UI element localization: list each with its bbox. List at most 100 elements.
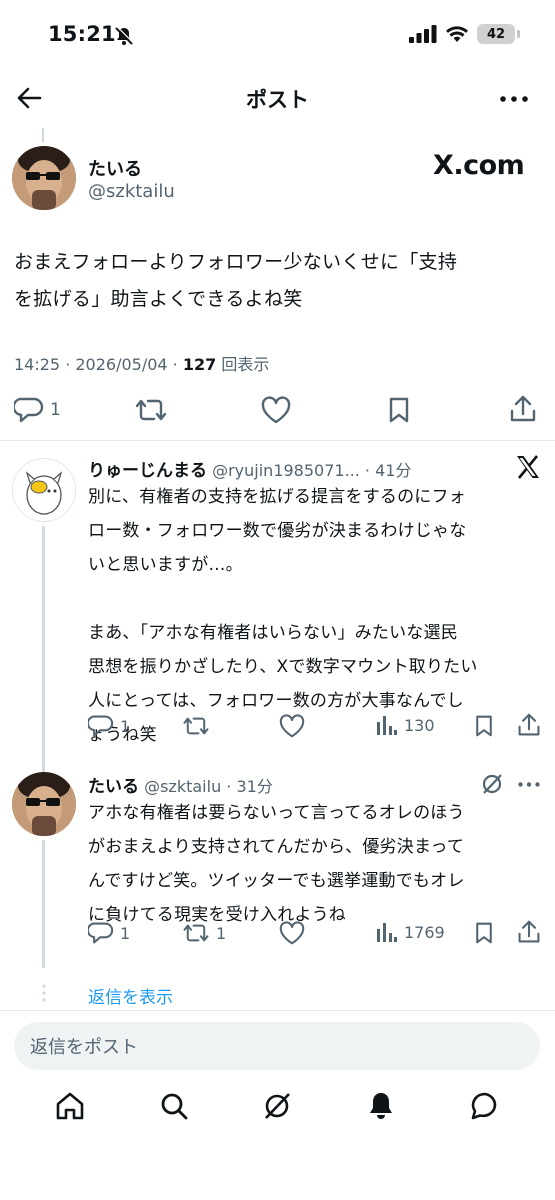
reply-time: · 41分	[364, 461, 412, 480]
thread-dots	[42, 984, 46, 1002]
author-handle[interactable]: @szktailu	[88, 181, 175, 202]
repost-button[interactable]	[134, 396, 168, 424]
signal-icon	[409, 25, 437, 43]
repost-icon	[135, 399, 167, 421]
reply-header: りゅーじんまる @ryujin1985071... · 41分	[88, 456, 508, 481]
reply-count: 1	[50, 400, 61, 420]
reply-button[interactable]: 1	[88, 921, 130, 945]
x-com-badge: X.com	[433, 150, 525, 181]
reply-text-line: んですけど笑。ツイッターでも選挙運動でもオレ	[88, 871, 465, 891]
reply-text-line: ロー数・フォロワー数で優劣が決まるわけじゃな	[88, 521, 467, 541]
wifi-icon	[446, 26, 468, 42]
analytics-icon	[377, 716, 397, 735]
like-button[interactable]	[278, 714, 306, 738]
views-button[interactable]: 1769	[376, 921, 445, 943]
author-name[interactable]: たいる	[88, 155, 142, 181]
status-icons: 42	[409, 24, 520, 44]
bookmark-icon	[389, 397, 409, 423]
message-icon	[471, 1092, 497, 1120]
view-count: 127	[182, 355, 217, 374]
bookmark-button[interactable]	[386, 396, 412, 424]
reply-header: たいる @szktailu · 31分	[88, 772, 273, 797]
analytics-icon	[377, 923, 397, 942]
post-text: おまえフォローよりフォロワー少ないくせに「支持 を拡げる」助言よくできるよね笑	[14, 244, 544, 318]
bookmark-button[interactable]	[473, 714, 495, 738]
tab-notifications[interactable]	[365, 1090, 397, 1122]
share-button[interactable]	[509, 394, 537, 424]
bookmark-button[interactable]	[473, 921, 495, 945]
reply-text-line: 人にとっては、フォロワー数の方が大事なんでし	[88, 691, 464, 711]
avatar[interactable]	[12, 458, 76, 522]
heart-icon	[279, 714, 305, 738]
avatar[interactable]	[12, 772, 76, 836]
post-text-line: おまえフォローよりフォロワー少ないくせに「支持	[14, 251, 458, 273]
reply-text-line: がおまえより支持されてんだから、優劣決まって	[88, 837, 465, 857]
more-options-icon[interactable]	[500, 96, 528, 102]
grok-icon	[265, 1093, 291, 1119]
grok-icon[interactable]	[480, 772, 504, 796]
status-time: 15:21	[48, 22, 116, 46]
reply-text: 別に、有権者の支持を拡げる提言をするのにフォ ロー数・フォロワー数で優劣が決まる…	[88, 480, 543, 752]
divider	[0, 440, 555, 441]
tab-home[interactable]	[54, 1090, 86, 1122]
reply-count: 1	[120, 716, 131, 736]
reply-text-line: 思想を振りかざしたり、Xで数字マウント取りたい	[88, 657, 478, 677]
tab-messages[interactable]	[469, 1090, 501, 1122]
views-count: 1769	[404, 922, 445, 942]
reply-button[interactable]: 1	[88, 714, 130, 738]
post-text-line: を拡げる」助言よくできるよね笑	[14, 288, 303, 310]
reply-input[interactable]: 返信をポスト	[14, 1022, 540, 1070]
views-button[interactable]: 130	[376, 714, 435, 736]
tab-bar	[0, 1090, 555, 1122]
divider	[0, 1010, 555, 1011]
repost-button[interactable]	[182, 714, 210, 738]
home-icon	[56, 1092, 84, 1120]
reply-text-line	[88, 582, 543, 616]
share-button[interactable]	[517, 712, 541, 738]
reply-button[interactable]: 1	[14, 396, 61, 424]
share-button[interactable]	[517, 919, 541, 945]
share-icon	[510, 395, 536, 422]
bookmark-icon	[476, 715, 492, 737]
reply-text-line: 別に、有権者の支持を拡げる提言をするのにフォ	[88, 487, 466, 507]
more-options-icon[interactable]	[518, 782, 540, 787]
post-meta: 14:25 · 2026/05/04 · 127 回表示	[14, 351, 269, 375]
reply-author-name[interactable]: たいる	[88, 777, 139, 797]
search-icon	[161, 1093, 188, 1120]
reply-icon	[88, 715, 114, 737]
avatar[interactable]	[12, 146, 76, 210]
share-icon	[518, 920, 540, 943]
view-label: 回表示	[221, 355, 270, 374]
repost-count: 1	[216, 923, 227, 943]
mute-bell-icon	[114, 26, 134, 46]
repost-button[interactable]: 1	[182, 921, 226, 945]
reply-text-line: アホな有権者は要らないって言ってるオレのほう	[88, 803, 465, 823]
reply-icon	[88, 922, 114, 944]
reply-icon	[14, 397, 44, 423]
reply-count: 1	[120, 923, 131, 943]
post-timestamp: 14:25 · 2026/05/04 ·	[14, 355, 183, 374]
repost-icon	[183, 717, 209, 735]
x-logo-icon	[515, 454, 541, 480]
like-button[interactable]	[260, 396, 292, 424]
reply-author-handle[interactable]: @ryujin1985071...	[212, 461, 360, 480]
thread-line-top	[42, 128, 44, 142]
show-replies-link[interactable]: 返信を表示	[88, 983, 173, 1008]
bookmark-icon	[476, 922, 492, 944]
reply-text-line: まあ、「アホな有権者はいらない」みたいな選民	[88, 623, 458, 643]
heart-icon	[279, 921, 305, 945]
reply-text-line: いと思いますが…。	[88, 555, 243, 575]
reply-author-name[interactable]: りゅーじんまる	[88, 461, 207, 481]
battery-icon: 42	[477, 24, 520, 44]
thread-line	[42, 526, 45, 771]
bell-icon	[370, 1093, 393, 1119]
tab-grok[interactable]	[261, 1090, 293, 1122]
heart-icon	[261, 396, 291, 424]
views-count: 130	[404, 715, 435, 735]
tab-search[interactable]	[158, 1090, 190, 1122]
page-title: ポスト	[246, 88, 309, 112]
like-button[interactable]	[278, 921, 306, 945]
reply-time: · 31分	[226, 777, 273, 796]
repost-icon	[183, 924, 209, 942]
reply-author-handle[interactable]: @szktailu	[144, 777, 221, 796]
